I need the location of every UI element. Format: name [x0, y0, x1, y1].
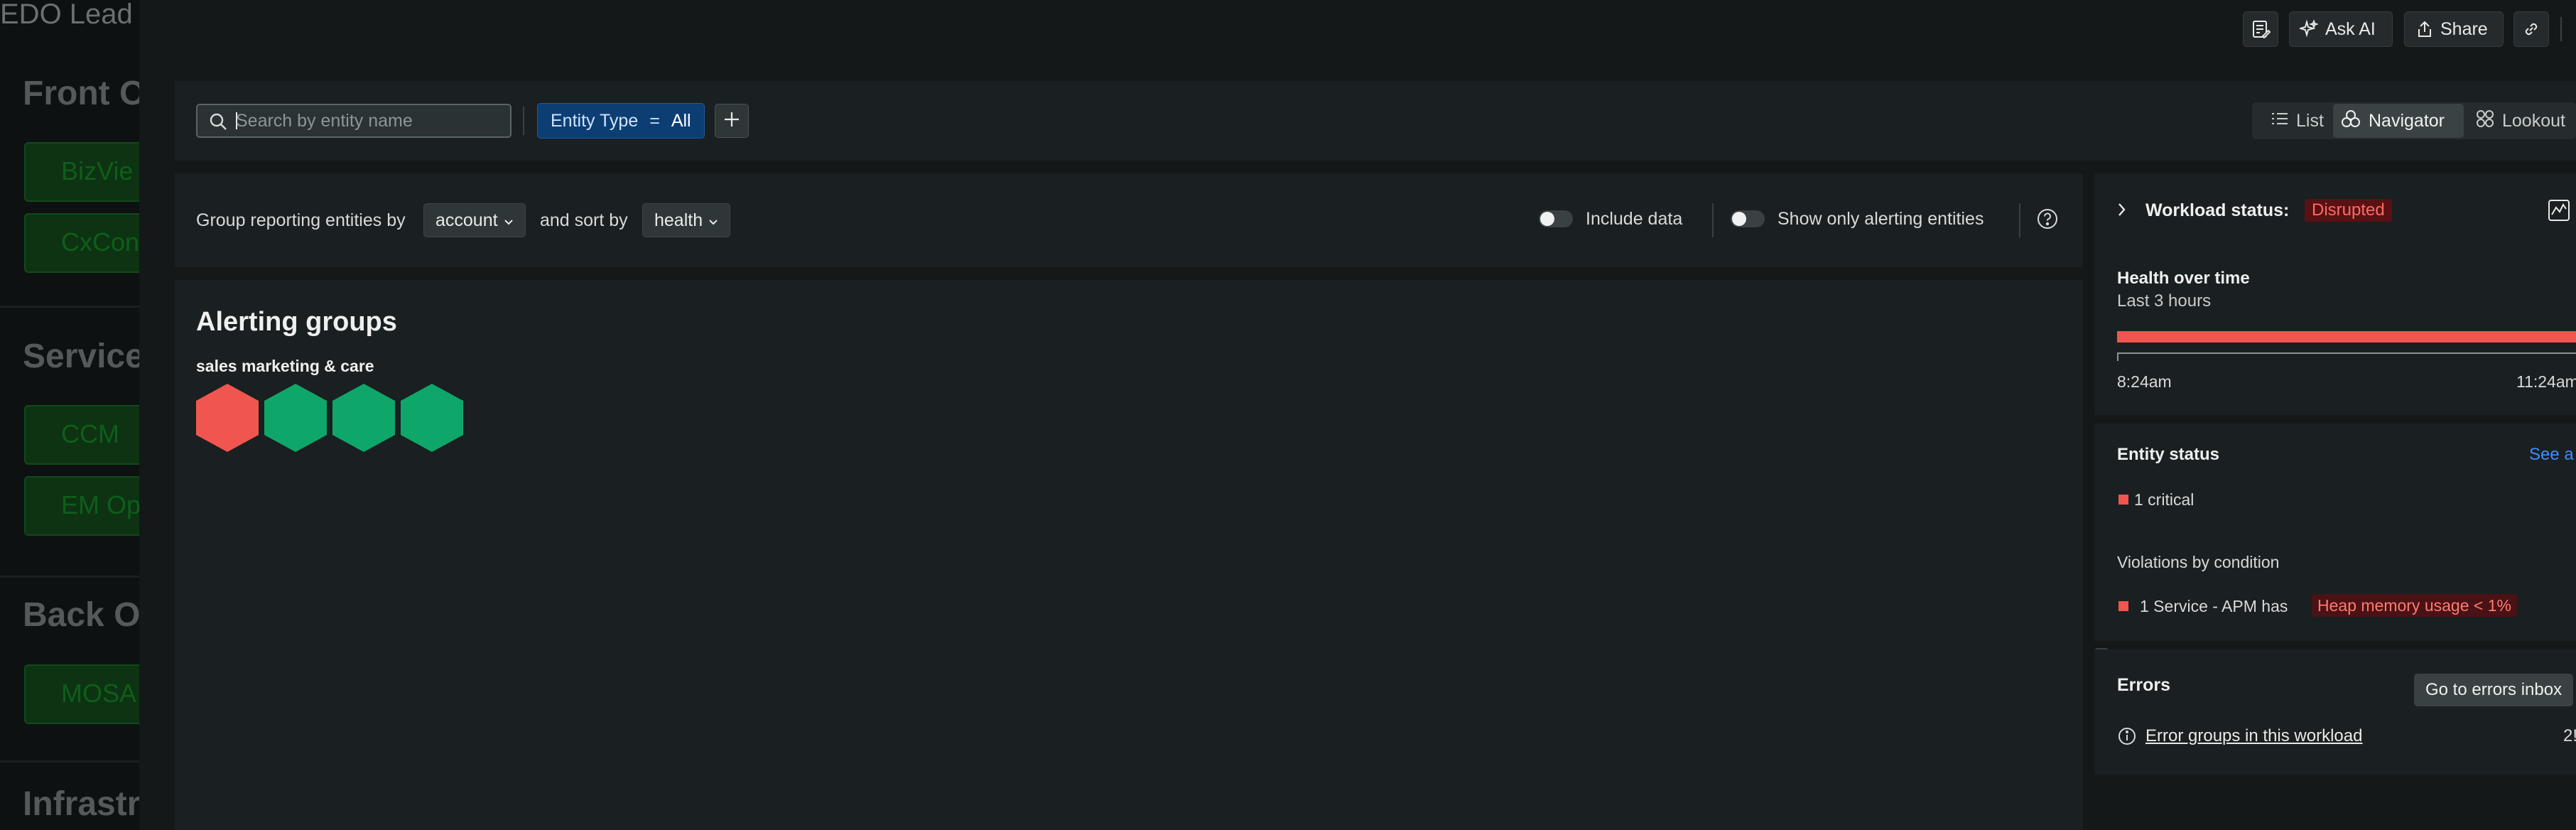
divider	[0, 760, 142, 762]
dashboard-title: EDO Lead	[0, 0, 133, 30]
ask-ai-label: Ask AI	[2325, 18, 2376, 39]
notes-icon	[2251, 19, 2271, 39]
list-icon	[2271, 111, 2289, 131]
health-axis-tick	[2117, 352, 2118, 361]
lookout-icon	[2475, 109, 2495, 134]
dashboard-tile[interactable]: MOSA	[24, 664, 142, 724]
include-data-label: Include data	[1586, 209, 1683, 229]
view-lookout[interactable]: Lookout	[2471, 104, 2570, 138]
status-badge: Disrupted	[2305, 199, 2392, 222]
view-list[interactable]: List	[2263, 104, 2331, 138]
error-groups-link[interactable]: Error groups in this workload	[2145, 726, 2362, 746]
violation-marker	[2118, 601, 2128, 611]
add-filter-button[interactable]	[715, 104, 749, 138]
background-dashboard: EDO Lead Front O BizVie CxCon Service CC…	[0, 0, 142, 830]
tile-label: CxCon	[61, 227, 140, 257]
section-title-service: Service	[23, 338, 142, 375]
filter-bar	[175, 81, 2576, 161]
section-title-infrastructure: Infrastr	[23, 785, 141, 823]
toolbar-divider	[2560, 17, 2562, 41]
chevron-down-icon	[708, 210, 718, 231]
errors-title: Errors	[2117, 675, 2171, 695]
link-icon	[2522, 20, 2540, 38]
entity-status-title: Entity status	[2117, 445, 2220, 464]
group-by-value: account	[435, 210, 498, 230]
entity-type-filter-pill[interactable]: Entity Type = All	[537, 103, 705, 139]
health-bar	[2117, 331, 2576, 343]
plus-icon	[723, 110, 741, 132]
violation-text: 1 Service - APM has	[2140, 597, 2288, 615]
help-icon[interactable]	[2036, 208, 2059, 234]
pill-value: All	[671, 110, 691, 131]
share-label: Share	[2440, 18, 2488, 39]
share-icon	[2416, 20, 2433, 38]
info-icon	[2117, 726, 2137, 750]
violations-title: Violations by condition	[2117, 553, 2280, 571]
sort-by-label: and sort by	[540, 210, 628, 230]
pill-key: Entity Type	[551, 110, 639, 131]
ask-ai-button[interactable]: Ask AI	[2289, 11, 2393, 47]
pill-operator: =	[649, 110, 660, 131]
tile-label: CCM	[61, 419, 119, 448]
view-navigator-label: Navigator	[2369, 110, 2445, 131]
sort-by-dropdown[interactable]: health	[642, 203, 731, 237]
violation-condition-badge[interactable]: Heap memory usage < 1%	[2312, 594, 2517, 617]
dashboard-tile[interactable]: BizVie	[24, 142, 142, 202]
view-list-label: List	[2296, 110, 2324, 131]
search-input[interactable]	[236, 105, 499, 136]
sort-by-value: health	[654, 210, 703, 230]
group-by-dropdown[interactable]: account	[423, 203, 526, 237]
share-button[interactable]: Share	[2404, 11, 2504, 47]
sparkle-icon	[2300, 20, 2318, 38]
group-by-label: Group reporting entities by	[196, 210, 406, 230]
tile-label: BizVie	[61, 156, 134, 185]
navigator-icon	[2340, 109, 2361, 133]
filter-divider	[523, 107, 524, 135]
group-name: sales marketing & care	[196, 357, 374, 375]
time-end: 11:24am	[2516, 372, 2576, 391]
grouping-divider	[1712, 203, 1714, 237]
grouping-divider	[2019, 203, 2020, 237]
dashboard-tile[interactable]: EM Op	[24, 476, 142, 536]
health-over-time-title: Health over time	[2117, 269, 2250, 288]
alerting-groups-card	[175, 280, 2083, 830]
copy-link-button[interactable]	[2513, 11, 2549, 47]
tile-label: MOSA	[61, 679, 137, 708]
dashboard-tile[interactable]: CxCon	[24, 213, 142, 273]
section-title-front-office: Front O	[23, 75, 142, 112]
error-groups-count: 2!	[2563, 726, 2576, 745]
show-alerting-toggle[interactable]	[1731, 210, 1765, 227]
dashboard-tile[interactable]: CCM	[24, 405, 142, 465]
health-over-time-subtitle: Last 3 hours	[2117, 291, 2212, 311]
include-data-toggle[interactable]	[1539, 210, 1573, 227]
time-start: 8:24am	[2117, 372, 2172, 391]
view-lookout-label: Lookout	[2502, 110, 2565, 131]
search-icon	[209, 112, 227, 134]
chevron-right-icon[interactable]	[2117, 202, 2127, 221]
tile-label: EM Op	[61, 490, 141, 519]
health-axis	[2117, 352, 2576, 354]
errors-card	[2094, 650, 2576, 775]
section-title-back-office: Back Of	[23, 596, 142, 634]
divider	[0, 576, 142, 578]
see-all-link[interactable]: See a	[2529, 445, 2574, 465]
alerting-groups-title: Alerting groups	[196, 307, 397, 337]
chart-icon[interactable]	[2548, 199, 2570, 225]
view-navigator[interactable]: Navigator	[2333, 104, 2464, 138]
notes-button[interactable]	[2243, 11, 2278, 47]
divider	[0, 306, 142, 308]
critical-count: 1 critical	[2134, 490, 2195, 509]
chevron-down-icon	[504, 210, 514, 231]
workload-status-label: Workload status:	[2145, 200, 2290, 220]
search-box[interactable]	[196, 104, 512, 138]
show-alerting-label: Show only alerting entities	[1777, 209, 1984, 229]
critical-marker	[2118, 495, 2128, 505]
go-to-errors-inbox-button[interactable]: Go to errors inbox	[2414, 674, 2574, 706]
